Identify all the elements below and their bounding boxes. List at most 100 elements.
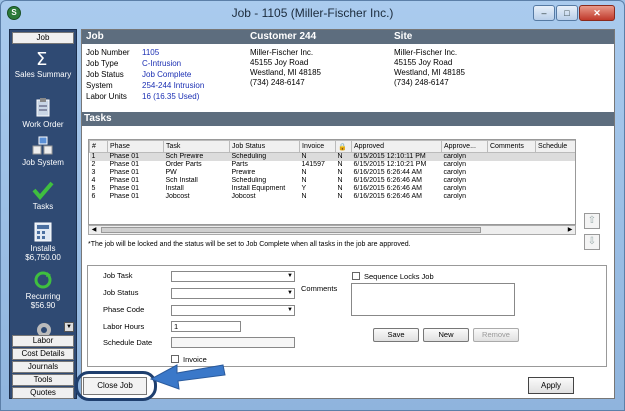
table-row[interactable]: 5 Phase 01 Install Install Equipment Y N 6/16/…: [90, 185, 576, 193]
column-header-schedule[interactable]: Schedule: [535, 140, 575, 153]
table-row[interactable]: 4 Phase 01 Sch Install Scheduling N N 6/16/201…: [90, 177, 576, 185]
sidebar-item-job-system[interactable]: Job System: [10, 136, 76, 167]
comments-textarea[interactable]: [351, 283, 515, 316]
save-button[interactable]: Save: [373, 328, 419, 342]
system-link[interactable]: 254-244 Intrusion: [142, 81, 204, 91]
sidebar-item-installs[interactable]: Installs $6,750.00: [10, 222, 76, 262]
lock-icon[interactable]: 🔒: [335, 140, 352, 153]
job-number-link[interactable]: 1105: [142, 48, 159, 58]
cell-job-status: Install Equipment: [231, 185, 286, 192]
site-address: Miller-Fischer Inc. 45155 Joy Road Westl…: [394, 48, 465, 88]
sidebar-tab-journals[interactable]: Journals: [12, 361, 74, 373]
new-button[interactable]: New: [423, 328, 469, 342]
sidebar-tab-labor[interactable]: Labor: [12, 335, 74, 347]
sidebar-item-recurring[interactable]: Recurring $56.90: [10, 270, 76, 310]
sequence-locks-label: Sequence Locks Job: [364, 272, 434, 281]
job-task-select[interactable]: ▼: [171, 271, 295, 282]
tasks-table: # Phase Task Job Status Invoice 🔒 Approv…: [89, 140, 576, 201]
tasks-grid[interactable]: # Phase Task Job Status Invoice 🔒 Approv…: [88, 139, 576, 225]
sidebar-tab-job[interactable]: Job: [12, 32, 74, 44]
cell-phase: Phase 01: [109, 185, 140, 192]
table-row[interactable]: 1 Phase 01 Sch Prewire Scheduling N N 6/15/201…: [89, 152, 575, 161]
cell-approved-by: carolyn: [443, 185, 467, 192]
sidebar-item-amount: $6,750.00: [25, 253, 61, 262]
column-header-task[interactable]: Task: [163, 140, 230, 153]
cell-phase: Phase 01: [109, 177, 140, 184]
cell-invoice: N: [301, 169, 307, 176]
cell-comments: [488, 169, 536, 177]
table-row[interactable]: 6 Phase 01 Jobcost Jobcost N N 6/16/2015 6:26:…: [90, 193, 576, 201]
sidebar-item-label: Installs: [30, 244, 56, 253]
phase-code-select[interactable]: ▼: [171, 305, 295, 316]
cell-approved: 6/16/2015 6:26:46 AM: [353, 185, 423, 192]
chevron-down-icon[interactable]: ▼: [286, 306, 294, 315]
chevron-down-icon[interactable]: ▼: [286, 289, 294, 298]
sidebar-item-sales-summary[interactable]: Σ Sales Summary: [10, 48, 76, 79]
customer-name: Miller-Fischer Inc.: [250, 48, 314, 57]
column-header-invoice[interactable]: Invoice: [299, 140, 336, 153]
cell-approved-by: carolyn: [443, 161, 467, 168]
job-status-label: Job Status: [86, 70, 124, 79]
close-job-button[interactable]: Close Job: [83, 377, 147, 395]
cell-number: 1: [89, 152, 108, 161]
table-row[interactable]: 3 Phase 01 PW Prewire N N 6/16/2015 6:26:44 AM…: [90, 169, 576, 177]
sidebar-tab-tools[interactable]: Tools: [12, 374, 74, 386]
scroll-right-icon[interactable]: ▶: [565, 226, 575, 234]
labor-units-label: Labor Units: [86, 92, 127, 101]
job-info: Job Number 1105 Job Type C-Intrusion Job S…: [86, 48, 246, 108]
task-edit-form: [87, 265, 607, 367]
job-type-link[interactable]: C-Intrusion: [142, 59, 181, 69]
apply-button[interactable]: Apply: [528, 377, 574, 394]
chevron-down-icon[interactable]: ▼: [64, 322, 74, 332]
column-header-number[interactable]: #: [89, 140, 108, 153]
sidebar-tab-cost-details[interactable]: Cost Details: [12, 348, 74, 360]
cell-task: PW: [165, 169, 177, 176]
cell-schedule: [536, 177, 576, 185]
close-window-button[interactable]: ✕: [579, 5, 615, 21]
cell-number: 6: [91, 193, 96, 200]
clipboard-icon: [36, 98, 50, 117]
chevron-down-icon[interactable]: ▼: [286, 272, 294, 281]
maximize-button[interactable]: □: [556, 5, 578, 21]
column-header-job-status[interactable]: Job Status: [229, 140, 300, 153]
sidebar-item-label: Tasks: [32, 202, 54, 211]
cell-phase: Phase 01: [109, 169, 140, 176]
scroll-left-icon[interactable]: ◀: [89, 226, 99, 234]
lock-note: *The job will be locked and the status w…: [88, 241, 411, 248]
cell-schedule: [536, 185, 576, 193]
column-header-approved-by[interactable]: Approve...: [441, 140, 488, 153]
cell-comments: [488, 161, 536, 169]
callout-arrow-icon: [149, 364, 226, 390]
cell-comments: [488, 185, 536, 193]
recycle-icon: [34, 271, 52, 289]
column-header-comments[interactable]: Comments: [487, 140, 536, 153]
column-header-phase[interactable]: Phase: [107, 140, 164, 153]
system-label: System: [86, 81, 113, 90]
cell-job-status: Jobcost: [231, 193, 256, 200]
cell-invoice: N: [299, 152, 336, 161]
move-up-button[interactable]: ⇧: [584, 213, 600, 229]
horizontal-scrollbar[interactable]: ◀ ▶: [88, 225, 576, 235]
remove-button[interactable]: Remove: [473, 328, 519, 342]
minimize-button[interactable]: –: [533, 5, 555, 21]
labor-hours-input[interactable]: 1: [171, 321, 241, 332]
schedule-date-input[interactable]: [171, 337, 295, 348]
cell-locked: N: [337, 161, 343, 168]
sidebar-tab-quotes[interactable]: Quotes: [12, 387, 74, 399]
sidebar-item-work-order[interactable]: Work Order: [10, 98, 76, 129]
job-status-select[interactable]: ▼: [171, 288, 295, 299]
labor-units-link[interactable]: 16 (16.35 Used): [142, 92, 199, 102]
column-header-approved[interactable]: Approved: [351, 140, 442, 153]
sidebar: Job Σ Sales Summary Work Order Job Syste…: [9, 29, 77, 399]
scrollbar-thumb[interactable]: [101, 227, 481, 233]
job-status-link[interactable]: Job Complete: [142, 70, 191, 80]
cell-approved: 6/16/2015 6:26:46 AM: [353, 177, 423, 184]
customer-address: Miller-Fischer Inc. 45155 Joy Road Westl…: [250, 48, 321, 88]
table-row[interactable]: 2 Phase 01 Order Parts Parts 141597 N 6/15/201…: [90, 161, 576, 169]
sequence-locks-checkbox[interactable]: [352, 272, 360, 280]
cell-number: 3: [91, 169, 96, 176]
site-city: Westland, MI 48185: [394, 68, 466, 77]
move-down-button[interactable]: ⇩: [584, 234, 600, 250]
sidebar-item-tasks[interactable]: Tasks: [10, 180, 76, 211]
site-name: Miller-Fischer Inc.: [394, 48, 458, 57]
